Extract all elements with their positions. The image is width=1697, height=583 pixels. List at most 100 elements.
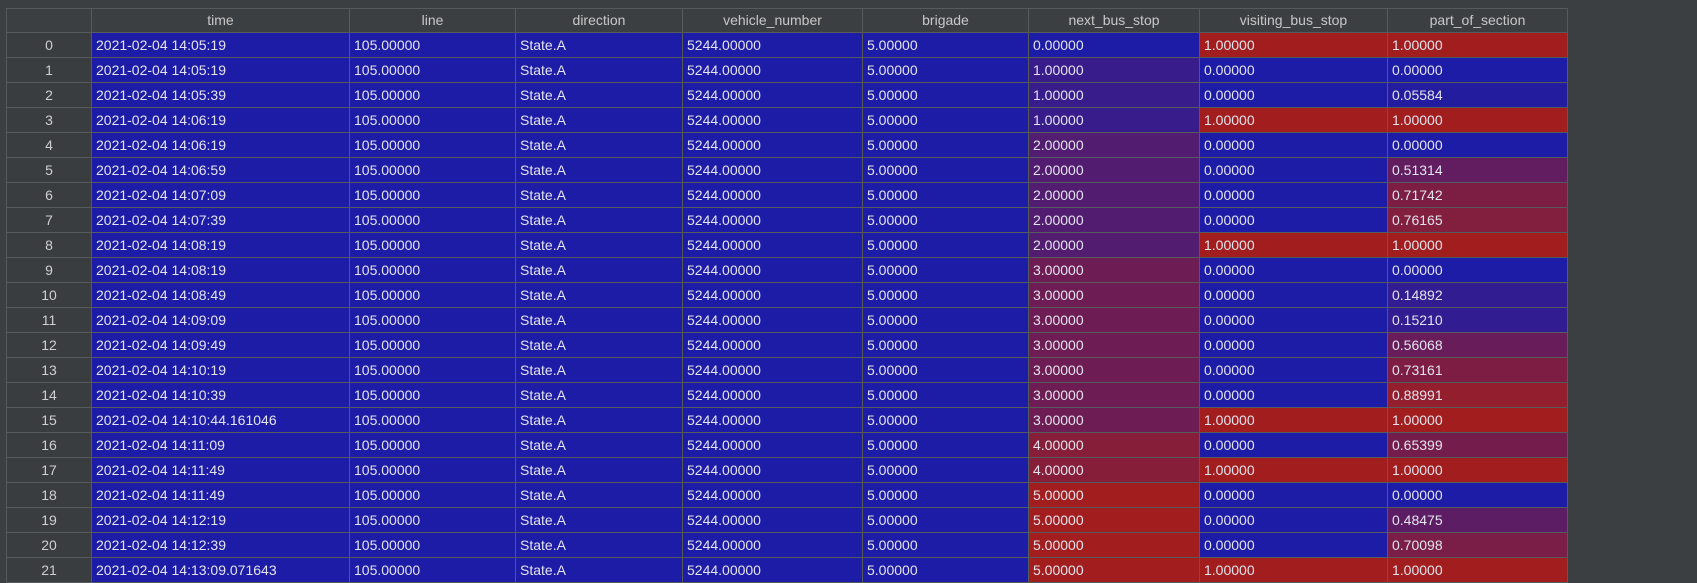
- column-header-visiting-bus-stop[interactable]: visiting_bus_stop: [1199, 8, 1388, 33]
- cell-visiting-bus-stop[interactable]: 0.00000: [1199, 257, 1388, 283]
- cell-next-bus-stop[interactable]: 4.00000: [1028, 432, 1200, 458]
- cell-next-bus-stop[interactable]: 2.00000: [1028, 232, 1200, 258]
- cell-visiting-bus-stop[interactable]: 0.00000: [1199, 132, 1388, 158]
- column-header-part-of-section[interactable]: part_of_section: [1387, 8, 1568, 33]
- cell-visiting-bus-stop[interactable]: 0.00000: [1199, 482, 1388, 508]
- cell-vehicle-number[interactable]: 5244.00000: [682, 232, 863, 258]
- cell-brigade[interactable]: 5.00000: [862, 307, 1029, 333]
- cell-next-bus-stop[interactable]: 1.00000: [1028, 57, 1200, 83]
- table-row[interactable]: 3 2021-02-04 14:06:19 105.00000 State.A 5244…: [6, 107, 1568, 133]
- cell-brigade[interactable]: 5.00000: [862, 482, 1029, 508]
- cell-visiting-bus-stop[interactable]: 1.00000: [1199, 557, 1388, 583]
- cell-brigade[interactable]: 5.00000: [862, 82, 1029, 108]
- table-row[interactable]: 18 2021-02-04 14:11:49 105.00000 State.A 524…: [6, 482, 1568, 508]
- cell-direction[interactable]: State.A: [515, 357, 683, 383]
- table-row[interactable]: 8 2021-02-04 14:08:19 105.00000 State.A 5244…: [6, 232, 1568, 258]
- cell-line[interactable]: 105.00000: [349, 357, 516, 383]
- cell-next-bus-stop[interactable]: 3.00000: [1028, 257, 1200, 283]
- cell-visiting-bus-stop[interactable]: 0.00000: [1199, 182, 1388, 208]
- cell-direction[interactable]: State.A: [515, 532, 683, 558]
- cell-visiting-bus-stop[interactable]: 0.00000: [1199, 282, 1388, 308]
- cell-visiting-bus-stop[interactable]: 1.00000: [1199, 232, 1388, 258]
- table-row[interactable]: 14 2021-02-04 14:10:39 105.00000 State.A 524…: [6, 382, 1568, 408]
- cell-brigade[interactable]: 5.00000: [862, 57, 1029, 83]
- table-row[interactable]: 20 2021-02-04 14:12:39 105.00000 State.A 524…: [6, 532, 1568, 558]
- table-row[interactable]: 15 2021-02-04 14:10:44.161046 105.00000 Sta…: [6, 407, 1568, 433]
- cell-part-of-section[interactable]: 1.00000: [1387, 232, 1568, 258]
- cell-part-of-section[interactable]: 1.00000: [1387, 457, 1568, 483]
- cell-vehicle-number[interactable]: 5244.00000: [682, 332, 863, 358]
- table-row[interactable]: 19 2021-02-04 14:12:19 105.00000 State.A 524…: [6, 507, 1568, 533]
- cell-line[interactable]: 105.00000: [349, 57, 516, 83]
- cell-brigade[interactable]: 5.00000: [862, 132, 1029, 158]
- cell-brigade[interactable]: 5.00000: [862, 532, 1029, 558]
- cell-time[interactable]: 2021-02-04 14:06:19: [91, 132, 350, 158]
- table-row[interactable]: 12 2021-02-04 14:09:49 105.00000 State.A 524…: [6, 332, 1568, 358]
- cell-part-of-section[interactable]: 0.05584: [1387, 82, 1568, 108]
- cell-next-bus-stop[interactable]: 3.00000: [1028, 282, 1200, 308]
- cell-brigade[interactable]: 5.00000: [862, 457, 1029, 483]
- cell-part-of-section[interactable]: 0.51314: [1387, 157, 1568, 183]
- cell-part-of-section[interactable]: 0.56068: [1387, 332, 1568, 358]
- cell-next-bus-stop[interactable]: 5.00000: [1028, 532, 1200, 558]
- cell-brigade[interactable]: 5.00000: [862, 182, 1029, 208]
- cell-line[interactable]: 105.00000: [349, 282, 516, 308]
- cell-time[interactable]: 2021-02-04 14:09:49: [91, 332, 350, 358]
- cell-visiting-bus-stop[interactable]: 0.00000: [1199, 57, 1388, 83]
- cell-part-of-section[interactable]: 0.88991: [1387, 382, 1568, 408]
- cell-vehicle-number[interactable]: 5244.00000: [682, 457, 863, 483]
- cell-line[interactable]: 105.00000: [349, 457, 516, 483]
- cell-line[interactable]: 105.00000: [349, 182, 516, 208]
- cell-vehicle-number[interactable]: 5244.00000: [682, 557, 863, 583]
- cell-visiting-bus-stop[interactable]: 0.00000: [1199, 207, 1388, 233]
- cell-brigade[interactable]: 5.00000: [862, 157, 1029, 183]
- cell-direction[interactable]: State.A: [515, 407, 683, 433]
- cell-line[interactable]: 105.00000: [349, 207, 516, 233]
- cell-direction[interactable]: State.A: [515, 157, 683, 183]
- cell-time[interactable]: 2021-02-04 14:12:39: [91, 532, 350, 558]
- cell-line[interactable]: 105.00000: [349, 332, 516, 358]
- cell-vehicle-number[interactable]: 5244.00000: [682, 532, 863, 558]
- cell-time[interactable]: 2021-02-04 14:10:44.161046: [91, 407, 350, 433]
- cell-next-bus-stop[interactable]: 2.00000: [1028, 157, 1200, 183]
- cell-time[interactable]: 2021-02-04 14:08:49: [91, 282, 350, 308]
- cell-time[interactable]: 2021-02-04 14:10:39: [91, 382, 350, 408]
- cell-brigade[interactable]: 5.00000: [862, 507, 1029, 533]
- cell-line[interactable]: 105.00000: [349, 432, 516, 458]
- cell-part-of-section[interactable]: 1.00000: [1387, 32, 1568, 58]
- cell-part-of-section[interactable]: 0.00000: [1387, 57, 1568, 83]
- cell-visiting-bus-stop[interactable]: 1.00000: [1199, 32, 1388, 58]
- cell-vehicle-number[interactable]: 5244.00000: [682, 182, 863, 208]
- cell-vehicle-number[interactable]: 5244.00000: [682, 257, 863, 283]
- cell-time[interactable]: 2021-02-04 14:08:19: [91, 232, 350, 258]
- cell-part-of-section[interactable]: 0.48475: [1387, 507, 1568, 533]
- table-row[interactable]: 1 2021-02-04 14:05:19 105.00000 State.A 5244…: [6, 57, 1568, 83]
- cell-direction[interactable]: State.A: [515, 57, 683, 83]
- cell-line[interactable]: 105.00000: [349, 482, 516, 508]
- cell-visiting-bus-stop[interactable]: 0.00000: [1199, 357, 1388, 383]
- column-header-direction[interactable]: direction: [515, 8, 683, 33]
- cell-visiting-bus-stop[interactable]: 1.00000: [1199, 457, 1388, 483]
- column-header-line[interactable]: line: [349, 8, 516, 33]
- cell-vehicle-number[interactable]: 5244.00000: [682, 157, 863, 183]
- cell-next-bus-stop[interactable]: 4.00000: [1028, 457, 1200, 483]
- cell-time[interactable]: 2021-02-04 14:11:49: [91, 457, 350, 483]
- table-row[interactable]: 9 2021-02-04 14:08:19 105.00000 State.A 5244…: [6, 257, 1568, 283]
- cell-part-of-section[interactable]: 1.00000: [1387, 107, 1568, 133]
- cell-vehicle-number[interactable]: 5244.00000: [682, 207, 863, 233]
- table-row[interactable]: 13 2021-02-04 14:10:19 105.00000 State.A 524…: [6, 357, 1568, 383]
- cell-time[interactable]: 2021-02-04 14:06:59: [91, 157, 350, 183]
- cell-direction[interactable]: State.A: [515, 257, 683, 283]
- cell-time[interactable]: 2021-02-04 14:10:19: [91, 357, 350, 383]
- cell-line[interactable]: 105.00000: [349, 382, 516, 408]
- cell-direction[interactable]: State.A: [515, 307, 683, 333]
- cell-line[interactable]: 105.00000: [349, 157, 516, 183]
- column-header-next-bus-stop[interactable]: next_bus_stop: [1028, 8, 1200, 33]
- cell-time[interactable]: 2021-02-04 14:07:09: [91, 182, 350, 208]
- cell-brigade[interactable]: 5.00000: [862, 382, 1029, 408]
- table-row[interactable]: 10 2021-02-04 14:08:49 105.00000 State.A 524…: [6, 282, 1568, 308]
- cell-time[interactable]: 2021-02-04 14:05:19: [91, 32, 350, 58]
- cell-brigade[interactable]: 5.00000: [862, 357, 1029, 383]
- cell-direction[interactable]: State.A: [515, 207, 683, 233]
- cell-visiting-bus-stop[interactable]: 0.00000: [1199, 532, 1388, 558]
